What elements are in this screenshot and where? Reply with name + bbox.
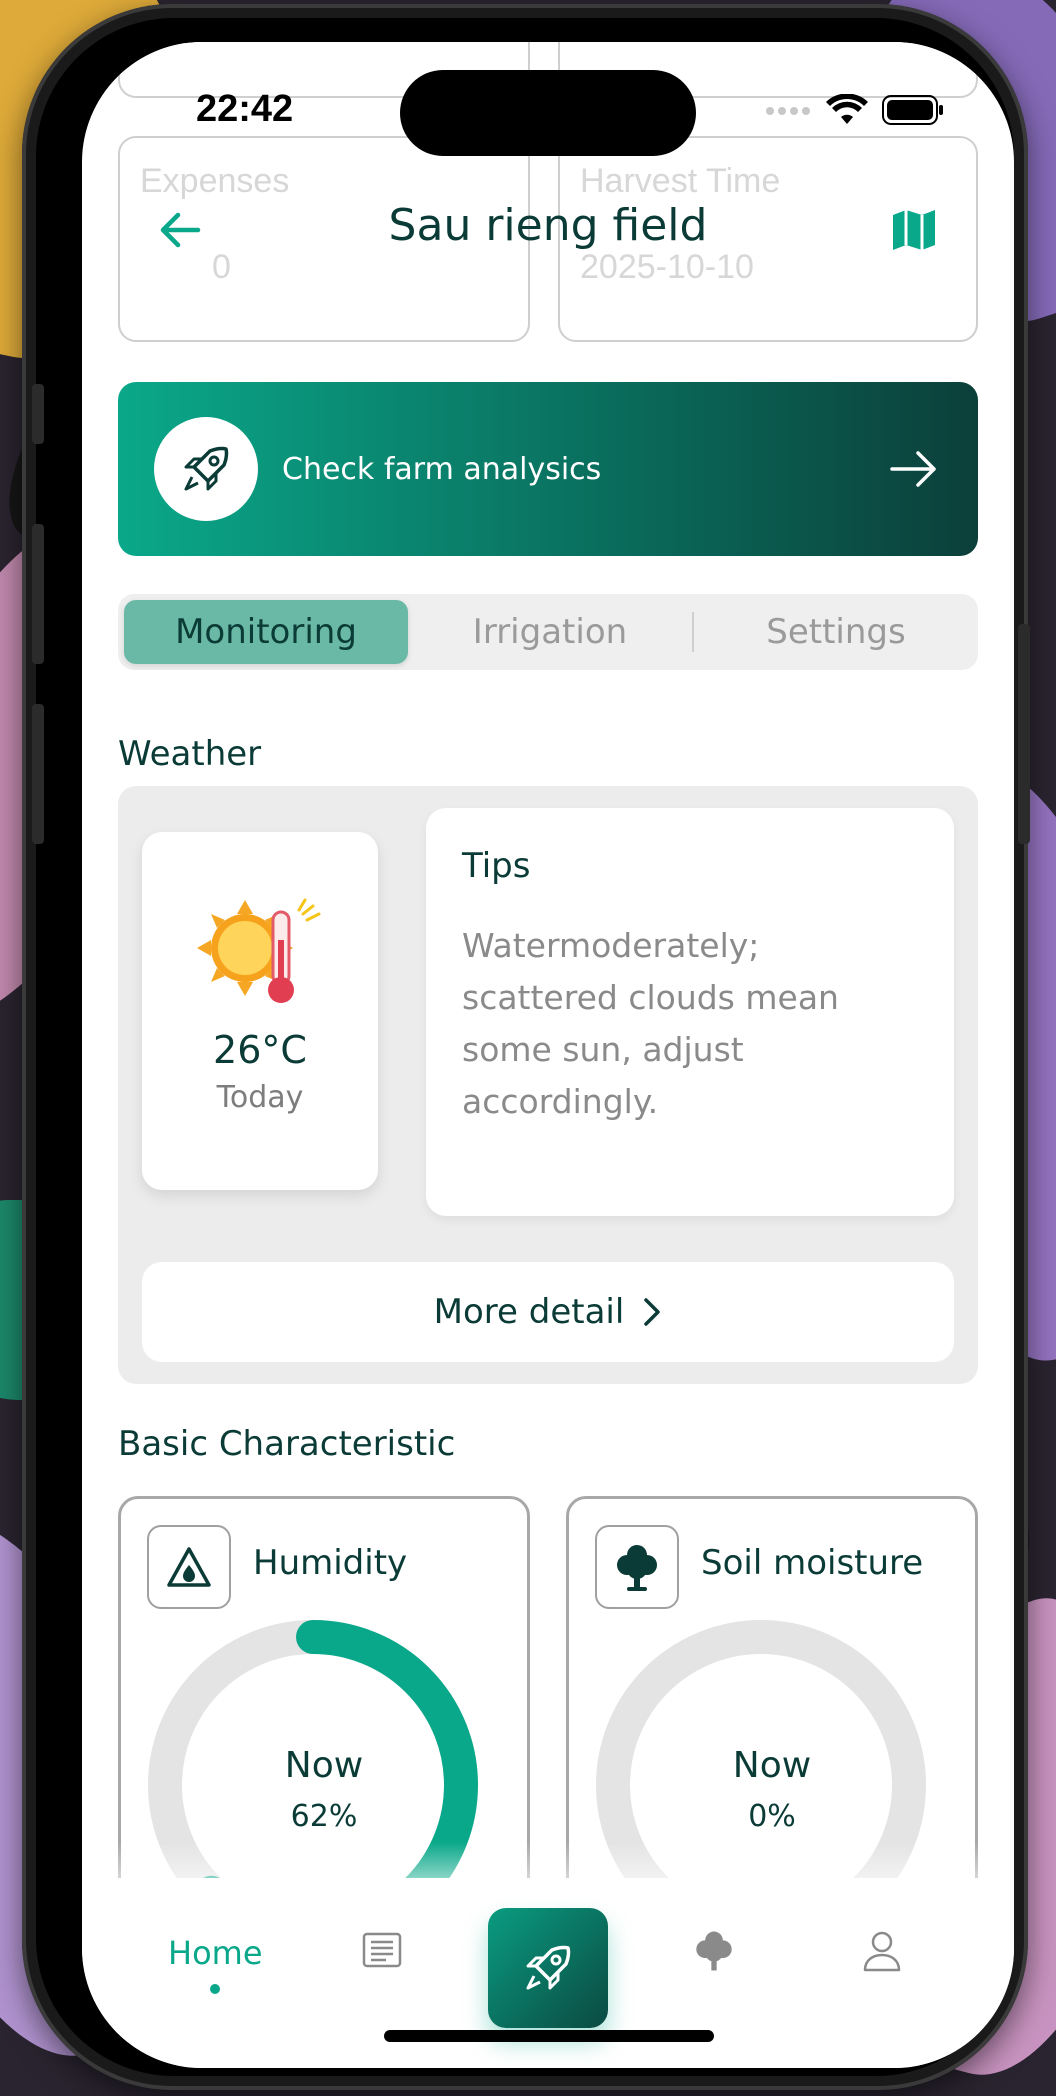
weather-today-card[interactable]: 26°C Today: [142, 832, 378, 1190]
chevron-right-icon: [644, 1298, 661, 1326]
more-detail-label: More detail: [433, 1292, 625, 1332]
phone-frame: 2025-05-24 Expenses 0 Harvest Time 2025-…: [22, 4, 1030, 2090]
humidity-now-label: Now: [284, 1745, 364, 1786]
humidity-value: 62%: [290, 1799, 358, 1834]
farm-analysis-banner[interactable]: Check farm analysics: [118, 382, 978, 556]
more-detail-button[interactable]: More detail: [142, 1262, 954, 1362]
tab-monitoring[interactable]: Monitoring: [124, 600, 408, 664]
rocket-icon: [184, 446, 229, 491]
tree-icon: [617, 1545, 657, 1591]
tab-settings[interactable]: Settings: [694, 600, 978, 664]
news-icon: [362, 1932, 402, 1968]
tips-body: Watermoderately; scattered clouds mean s…: [462, 926, 839, 1121]
weather-panel: 26°C Today Tips Watermoderately; scatter…: [118, 786, 978, 1384]
soil-moisture-label: Soil moisture: [701, 1543, 924, 1583]
page-title: Sau rieng field: [388, 200, 708, 251]
sun-thermometer-icon: [197, 898, 321, 1003]
soil-moisture-now-label: Now: [732, 1745, 812, 1786]
nav-profile[interactable]: [862, 1930, 902, 1972]
soil-moisture-icon-badge: [595, 1525, 679, 1609]
signal-icon: [764, 103, 812, 122]
nav-analysis-button[interactable]: [488, 1908, 608, 2028]
weather-tips-card: Tips Watermoderately; scattered clouds m…: [426, 808, 954, 1216]
rocket-icon: [526, 1945, 571, 1990]
map-button[interactable]: [884, 200, 944, 260]
dynamic-island: [400, 70, 696, 156]
tab-bar: Monitoring Irrigation Settings: [118, 594, 978, 670]
banner-label: Check farm analysics: [282, 451, 602, 487]
temperature-value: 26°C: [213, 1028, 307, 1072]
temperature-day: Today: [216, 1080, 304, 1115]
rocket-icon-badge: [154, 417, 258, 521]
status-icons: [764, 93, 944, 130]
nav-home[interactable]: Home: [168, 1934, 263, 1994]
humidity-label: Humidity: [253, 1543, 408, 1583]
map-icon: [893, 210, 935, 250]
app-header: Sau rieng field: [82, 182, 1014, 278]
tab-irrigation[interactable]: Irrigation: [408, 600, 692, 664]
nav-news[interactable]: [362, 1930, 402, 1970]
water-drop-icon: [167, 1547, 211, 1587]
wifi-icon: [826, 93, 868, 130]
humidity-icon-badge: [147, 1525, 231, 1609]
battery-icon: [882, 95, 944, 129]
home-indicator: [384, 2030, 714, 2042]
app-screen: 2025-05-24 Expenses 0 Harvest Time 2025-…: [82, 42, 1014, 2068]
characteristic-section-title: Basic Characteristic: [118, 1424, 456, 1464]
tips-title: Tips: [462, 846, 531, 886]
tree-icon: [696, 1931, 732, 1971]
nav-home-label: Home: [168, 1934, 263, 1972]
status-time: 22:42: [196, 88, 294, 130]
user-icon: [863, 1931, 901, 1972]
soil-moisture-value: 0%: [748, 1799, 796, 1834]
weather-section-title: Weather: [118, 734, 262, 774]
nav-trees[interactable]: [694, 1928, 734, 1974]
nav-active-dot: [210, 1984, 221, 1994]
arrow-right-icon: [890, 451, 936, 487]
